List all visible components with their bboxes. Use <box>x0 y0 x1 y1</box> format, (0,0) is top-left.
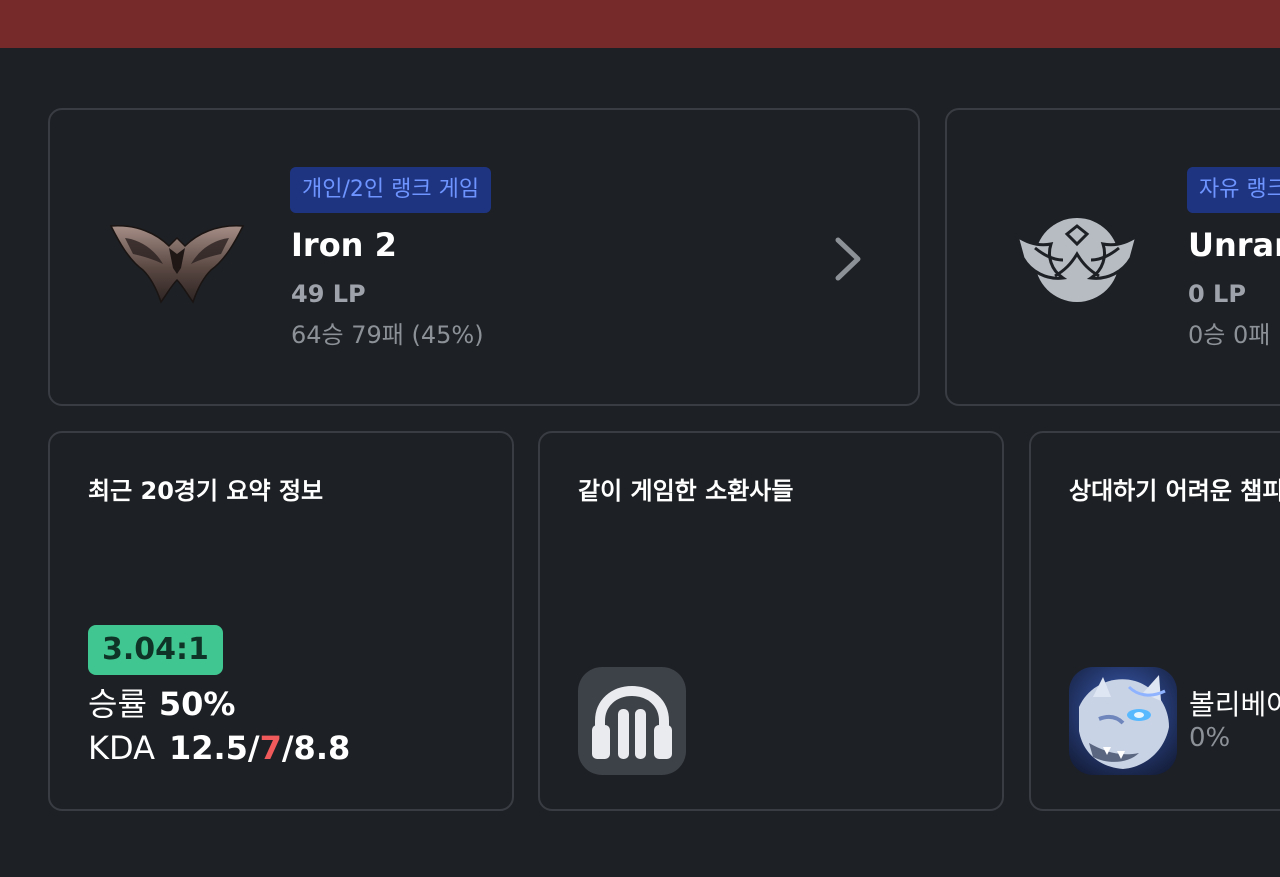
card-title: 상대하기 어려운 챔피언 <box>1069 477 1280 505</box>
tier-name: Unranked <box>1188 226 1280 264</box>
win-loss-record: 64승 79패 (45%) <box>291 321 484 349</box>
league-points: 0 LP <box>1188 280 1246 308</box>
kills-value: 12.5 <box>168 729 248 767</box>
kda-values: 12.5/7/8.8 <box>169 729 350 767</box>
winrate-value: 50% <box>158 685 236 723</box>
flex-rank-card[interactable]: 자유 랭크 게임 Unranked 0 LP 0승 0패 (0%) <box>945 108 1280 406</box>
tough-champions-card[interactable]: 상대하기 어려운 챔피언 볼리베 <box>1029 431 1280 811</box>
queue-badge: 개인/2인 랭크 게임 <box>290 167 492 213</box>
kda-label: KDA <box>88 729 155 767</box>
kda-line: KDA 12.5/7/8.8 <box>88 729 350 767</box>
solo-rank-card[interactable]: 개인/2인 랭크 게임 Iron 2 49 LP 64승 79패 (45%) <box>48 108 920 406</box>
headset-icon <box>578 667 686 775</box>
queue-badge: 자유 랭크 게임 <box>1187 167 1280 213</box>
profile-content: 개인/2인 랭크 게임 Iron 2 49 LP 64승 79패 (45%) 자… <box>0 48 1280 877</box>
win-loss-record: 0승 0패 (0%) <box>1188 321 1280 349</box>
kda-ratio-badge: 3.04:1 <box>88 625 223 675</box>
assists-value: 8.8 <box>293 729 351 767</box>
deaths-value: 7 <box>259 729 282 767</box>
league-points: 49 LP <box>291 280 366 308</box>
tier-name: Iron 2 <box>291 226 397 264</box>
card-title: 같이 게임한 소환사들 <box>578 477 794 505</box>
champion-name: 볼리베어 <box>1189 688 1280 721</box>
played-with-card[interactable]: 같이 게임한 소환사들 <box>538 431 1004 811</box>
kda-separator: / <box>247 729 260 767</box>
top-bar <box>0 0 1280 48</box>
recent-summary-card[interactable]: 최근 20경기 요약 정보 3.04:1 승률 50% KDA 12.5/7/8.8 <box>48 431 514 811</box>
card-title: 최근 20경기 요약 정보 <box>88 477 324 505</box>
chevron-right-icon[interactable] <box>830 234 866 284</box>
unranked-emblem-icon <box>1014 218 1140 302</box>
champion-winrate: 0% <box>1189 723 1231 753</box>
iron-emblem-icon <box>109 225 245 304</box>
kda-separator: / <box>281 729 294 767</box>
volibear-portrait-icon[interactable] <box>1069 667 1177 775</box>
winrate-line: 승률 50% <box>88 679 235 725</box>
winrate-label: 승률 <box>88 685 147 723</box>
